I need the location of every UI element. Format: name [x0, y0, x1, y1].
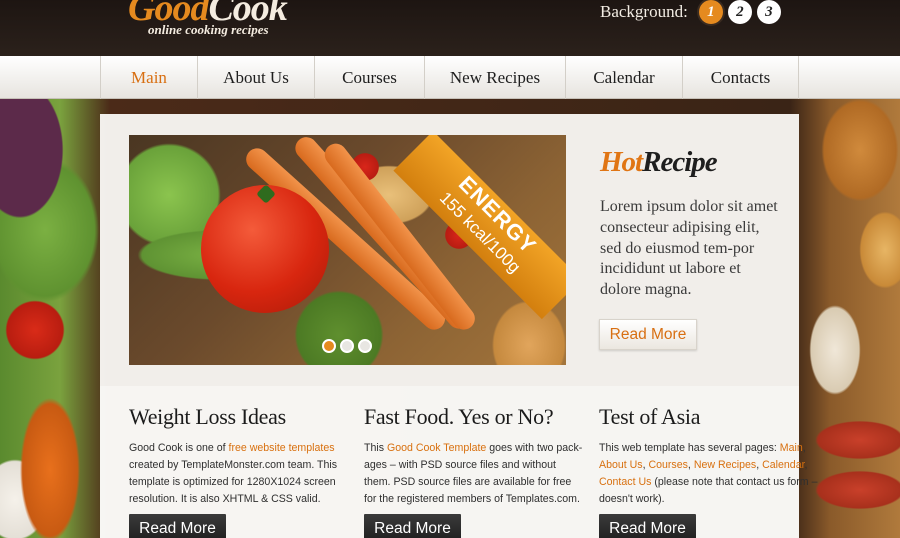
link-new-recipes[interactable]: New Recipes: [694, 459, 756, 471]
article-text: This Good Cook Template goes with two pa…: [364, 440, 584, 508]
fast-food-read-more-button[interactable]: Read More: [364, 514, 461, 538]
article-fast-food: Fast Food. Yes or No? This Good Cook Tem…: [364, 404, 584, 508]
article-title: Fast Food. Yes or No?: [364, 404, 554, 429]
article-text-part: This: [364, 442, 387, 454]
background-option-1[interactable]: 1: [698, 0, 723, 24]
tomato-image: [201, 185, 329, 313]
nav-item-new-recipes[interactable]: New Recipes: [424, 56, 565, 99]
slider-pagination: [322, 339, 376, 353]
nav-item-contacts[interactable]: Contacts: [682, 56, 799, 99]
article-weight-loss: Weight Loss Ideas Good Cook is one of fr…: [129, 404, 349, 508]
test-of-asia-read-more-button[interactable]: Read More: [599, 514, 696, 538]
article-text-part: created by TemplateMonster.com team. Thi…: [129, 459, 338, 505]
hot-recipe-title-hot: Hot: [600, 146, 643, 178]
link-contact-us[interactable]: Contact Us: [599, 476, 651, 488]
slider-dot-3[interactable]: [358, 339, 372, 353]
article-title: Test of Asia: [599, 404, 701, 429]
image-slider[interactable]: ENERGY 155 kcal/100g: [129, 135, 566, 365]
main-navigation: Main About Us Courses New Recipes Calend…: [0, 56, 900, 99]
article-text: Good Cook is one of free website templat…: [129, 440, 349, 508]
slider-dot-2[interactable]: [340, 339, 354, 353]
link-calendar[interactable]: Calendar: [762, 459, 804, 471]
good-cook-template-link[interactable]: Good Cook Template: [387, 442, 486, 454]
site-logo[interactable]: GoodCook online cooking recipes: [128, 0, 308, 46]
link-courses[interactable]: Courses: [648, 459, 687, 471]
hot-recipe-text: Lorem ipsum dolor sit amet consecteur ad…: [600, 198, 778, 299]
background-selector: Background: 1 2 3: [600, 0, 781, 24]
hot-recipe-read-more-button[interactable]: Read More: [599, 319, 697, 350]
nav-menu: Main About Us Courses New Recipes Calend…: [100, 56, 799, 99]
article-test-of-asia: Test of Asia This web template has sever…: [599, 404, 819, 508]
background-label: Background:: [600, 2, 688, 21]
link-main[interactable]: Main: [780, 442, 803, 454]
hot-recipe-title: HotRecipe: [600, 146, 718, 179]
weight-loss-read-more-button[interactable]: Read More: [129, 514, 226, 538]
article-text-part: Good Cook is one of: [129, 442, 229, 454]
hot-recipe-title-recipe: Recipe: [642, 146, 718, 178]
background-option-3[interactable]: 3: [756, 0, 781, 24]
content-panel: ENERGY 155 kcal/100g HotRecipe Lorem ips…: [100, 114, 817, 538]
article-title: Weight Loss Ideas: [129, 404, 286, 429]
nav-item-courses[interactable]: Courses: [314, 56, 424, 99]
nav-item-about-us[interactable]: About Us: [197, 56, 314, 99]
slider-dot-1[interactable]: [322, 339, 336, 353]
free-templates-link[interactable]: free website templates: [229, 442, 335, 454]
article-text-part: This web template has several pages:: [599, 442, 780, 454]
nav-item-main[interactable]: Main: [100, 56, 197, 99]
article-text: This web template has several pages: Mai…: [599, 442, 818, 505]
nav-item-calendar[interactable]: Calendar: [565, 56, 682, 99]
top-header: GoodCook online cooking recipes Backgrou…: [0, 0, 900, 56]
background-option-2[interactable]: 2: [727, 0, 752, 24]
link-about-us[interactable]: About Us: [599, 459, 643, 471]
logo-tagline: online cooking recipes: [148, 22, 269, 37]
